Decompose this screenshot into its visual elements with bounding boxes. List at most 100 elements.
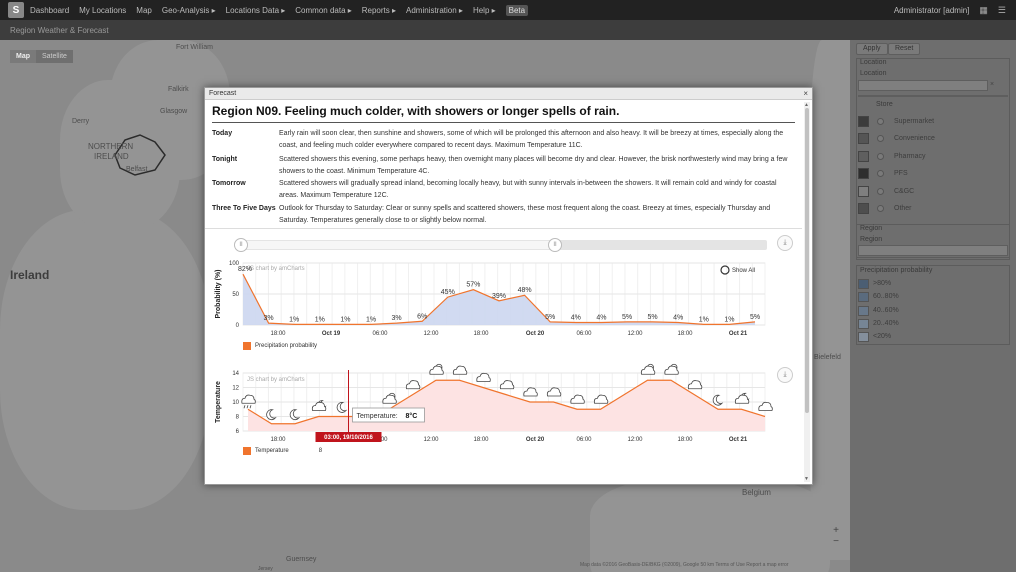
temp-xtick: 12:00	[423, 437, 439, 443]
map-label-derry: Derry	[72, 118, 90, 125]
prob-credit: JS chart by amCharts	[247, 266, 305, 272]
scrollbar-thumb[interactable]	[805, 108, 809, 413]
store-row-pharmacy[interactable]: Pharmacy	[858, 150, 926, 162]
close-icon[interactable]: ×	[803, 88, 808, 100]
prob-data-label: 4%	[673, 315, 683, 322]
forecast-dialog: Forecast × ▲ ▼ Region N09. Feeling much …	[204, 87, 813, 485]
map-label-belfast: Belfast	[126, 166, 148, 173]
apply-button[interactable]: Apply	[856, 43, 888, 55]
nav-reports[interactable]: Reports ▸	[362, 6, 396, 15]
prob-data-label: 1%	[366, 316, 376, 323]
map-label-belgium: Belgium	[742, 488, 771, 497]
map-label-falkirk: Falkirk	[168, 86, 189, 93]
nav-administration[interactable]: Administration ▸	[406, 6, 463, 15]
location-divider	[858, 95, 1008, 97]
nav-common-data[interactable]: Common data ▸	[295, 6, 351, 15]
nav-locations-data[interactable]: Locations Data ▸	[226, 6, 286, 15]
store-radio[interactable]	[877, 134, 884, 142]
user-menu[interactable]: Administrator [admin]	[894, 6, 970, 15]
prob-data-label: 1%	[315, 316, 325, 323]
store-swatch	[858, 132, 869, 144]
map-type-map[interactable]: Map	[10, 50, 36, 63]
precip-row-40[interactable]: 40..60%	[858, 305, 899, 316]
land-continent	[810, 40, 850, 560]
sun-cloud-icon	[664, 363, 679, 375]
precip-row-20[interactable]: 20..40%	[858, 318, 899, 329]
precip-swatch	[858, 278, 869, 289]
prob-xtick: 06:00	[576, 331, 592, 337]
temp-xtick: 18:00	[473, 437, 489, 443]
prob-xtick: 18:00	[270, 331, 286, 337]
prob-xtick: 12:00	[627, 331, 643, 337]
store-name: Convenience	[894, 134, 935, 142]
map-attribution: Map data ©2016 GeoBasis-DE/BKG (©2009), …	[580, 562, 789, 568]
map-zoom-control: + −	[829, 525, 843, 547]
nav-my-locations[interactable]: My Locations	[79, 6, 126, 15]
scroll-down-icon[interactable]: ▼	[804, 476, 809, 482]
temp-ylabel: Temperature	[215, 381, 222, 423]
menu-icon[interactable]: ☰	[998, 5, 1006, 16]
store-row-pfs[interactable]: PFS	[858, 167, 908, 179]
grid-icon[interactable]: ▦	[979, 5, 988, 16]
legend-temperature[interactable]: Temperature 8	[243, 447, 322, 455]
cloud-icon	[452, 365, 468, 375]
prob-xtick: Oct 19	[322, 331, 341, 337]
temp-ytick: 10	[232, 400, 239, 406]
legend-value: 8	[318, 448, 323, 454]
zoom-out-button[interactable]: −	[829, 536, 843, 547]
prob-data-label: 1%	[699, 316, 709, 323]
store-radio[interactable]	[877, 169, 884, 177]
legend-label: Precipitation probability	[255, 343, 318, 349]
store-row-cgc[interactable]: C&GC	[858, 185, 914, 197]
page-title: Region Weather & Forecast	[10, 25, 109, 35]
dialog-scrollbar[interactable]: ▲ ▼	[804, 102, 810, 482]
store-row-other[interactable]: Other	[858, 202, 912, 214]
nav-map[interactable]: Map	[136, 6, 152, 15]
location-clear-icon[interactable]: ×	[990, 81, 994, 88]
store-radio[interactable]	[877, 117, 884, 125]
nav-right: Administrator [admin] ▦ ☰	[894, 5, 1006, 16]
prob-data-label: 4%	[596, 315, 606, 322]
prob-ytick: 0	[236, 323, 240, 329]
forecast-charts: 050100Probability (%)JS chart by amChart…	[215, 261, 773, 443]
reset-button[interactable]: Reset	[888, 43, 921, 55]
prob-data-label: 5%	[622, 314, 632, 321]
temp-ytick: 6	[236, 429, 240, 435]
store-row-convenience[interactable]: Convenience	[858, 132, 935, 144]
store-radio[interactable]	[877, 152, 884, 160]
precip-row-lt20[interactable]: <20%	[858, 331, 891, 342]
store-row-supermarket[interactable]: Supermarket	[858, 115, 934, 127]
precip-row-60[interactable]: 60..80%	[858, 291, 899, 302]
store-swatch	[858, 185, 869, 197]
map-label-glasgow: Glasgow	[160, 108, 188, 115]
app-root: S Dashboard My Locations Map Geo-Analysi…	[0, 0, 1016, 572]
map-label-ireland-ni: IRELAND	[94, 152, 129, 161]
zoom-in-button[interactable]: +	[829, 525, 843, 536]
temp-xtick: Oct 21	[729, 437, 748, 443]
prob-data-label: 5%	[750, 314, 760, 321]
map-type-satellite[interactable]: Satellite	[36, 50, 73, 63]
prob-data-label: 3%	[392, 315, 402, 322]
legend-precipitation[interactable]: Precipitation probability	[243, 342, 317, 350]
store-label: Store	[876, 101, 893, 108]
precip-name: 20..40%	[873, 320, 899, 327]
precip-row-80[interactable]: >80%	[858, 278, 891, 289]
prob-data-label: 39%	[492, 293, 506, 300]
app-logo[interactable]: S	[8, 2, 24, 18]
nav-geo-analysis[interactable]: Geo-Analysis ▸	[162, 6, 216, 15]
beta-badge: Beta	[505, 4, 529, 16]
location-select[interactable]	[858, 80, 988, 91]
store-radio[interactable]	[877, 187, 884, 195]
map-label-ireland: Ireland	[10, 268, 50, 282]
nav-dashboard[interactable]: Dashboard	[30, 6, 69, 15]
nav-help[interactable]: Help ▸	[473, 6, 496, 15]
store-radio[interactable]	[877, 204, 884, 212]
map-label-bielefeld: Bielefeld	[814, 354, 841, 361]
precip-swatch	[858, 318, 869, 329]
prob-xtick: 18:00	[473, 331, 489, 337]
temp-xtick: 18:00	[270, 437, 286, 443]
temp-ytick: 8	[236, 415, 240, 421]
prob-data-label: 5%	[545, 314, 555, 321]
temp-xtick: 18:00	[677, 437, 693, 443]
region-select[interactable]	[858, 245, 1008, 256]
